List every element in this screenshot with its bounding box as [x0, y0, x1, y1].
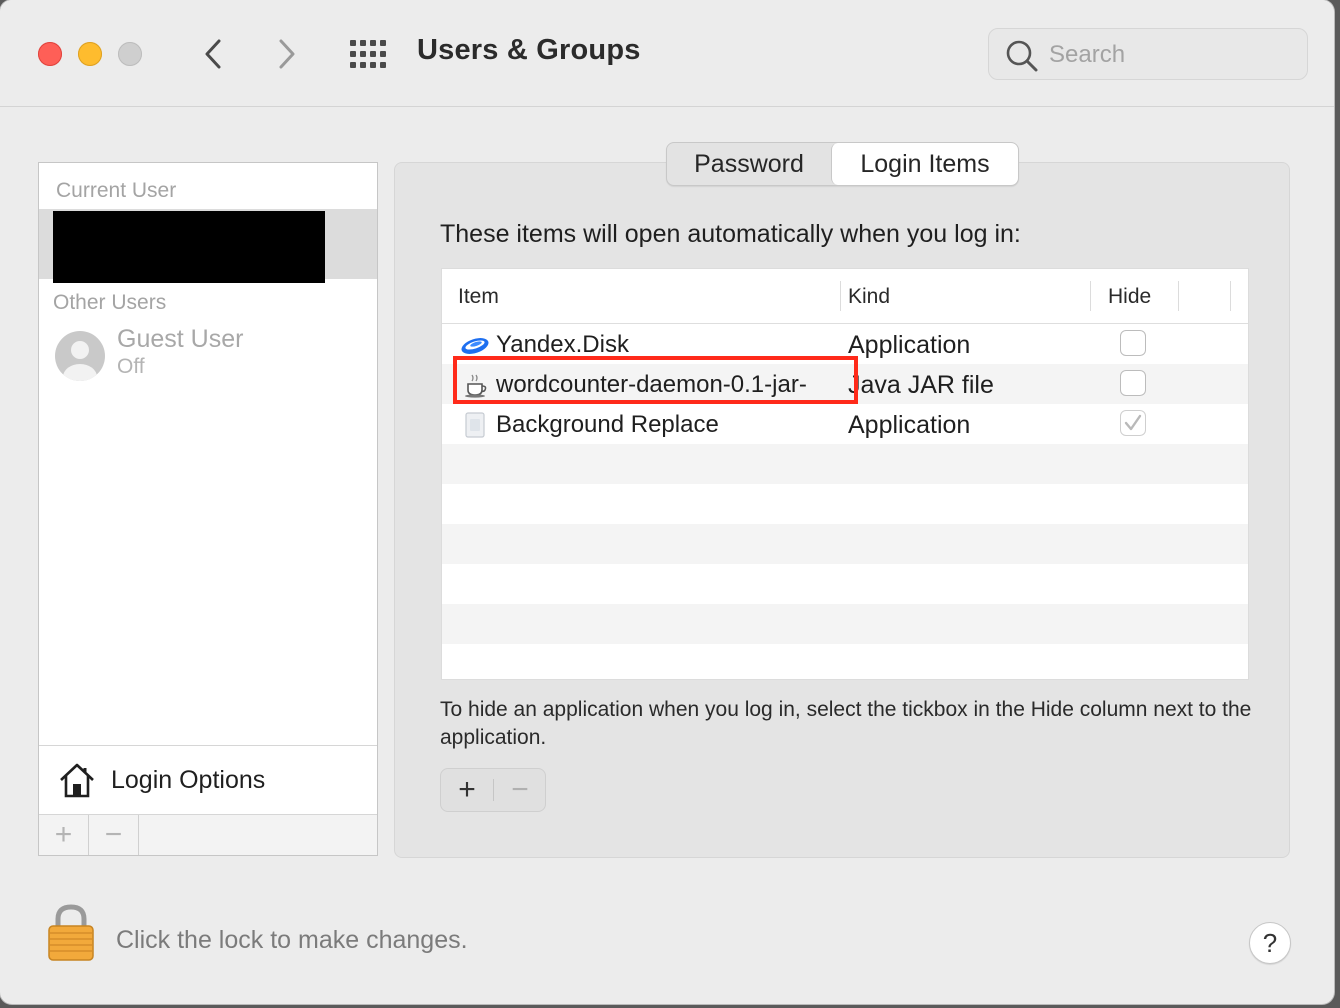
column-kind-header[interactable]: Kind [848, 285, 890, 309]
login-items-table: Item Kind Hide Yandex.Disk Application w… [441, 268, 1249, 680]
tab-bar: Password Login Items [666, 142, 1019, 186]
other-users-heading: Other Users [53, 291, 167, 314]
item-kind: Application [848, 331, 971, 359]
search-icon [1006, 40, 1038, 72]
search-input[interactable] [1047, 37, 1291, 73]
column-divider [840, 281, 841, 311]
person-icon [63, 341, 97, 381]
hide-checkbox[interactable] [1120, 330, 1146, 356]
close-button[interactable] [38, 42, 62, 66]
item-name: Yandex.Disk [496, 331, 629, 358]
system-preferences-window: Users & Groups Current User Other Users … [0, 0, 1334, 1004]
forward-button[interactable] [272, 36, 302, 72]
grid-icon [350, 40, 386, 68]
empty-row [442, 604, 1248, 644]
redacted-user [53, 211, 325, 283]
tab-password[interactable]: Password [667, 143, 831, 185]
item-name: Background Replace [496, 411, 719, 438]
lock-icon[interactable] [46, 904, 96, 962]
chevron-left-icon [205, 39, 221, 69]
app-document-icon [465, 412, 485, 438]
login-options-row[interactable]: Login Options [39, 745, 377, 815]
house-icon [60, 763, 94, 798]
show-all-button[interactable] [350, 40, 388, 68]
table-header: Item Kind Hide [442, 269, 1248, 324]
checkmark-icon [1124, 414, 1142, 431]
login-items-intro: These items will open automatically when… [440, 220, 1021, 248]
login-options-label: Login Options [111, 766, 266, 794]
minimize-button[interactable] [78, 42, 102, 66]
empty-row [442, 564, 1248, 604]
guest-user-name: Guest User [117, 325, 244, 353]
empty-row [442, 444, 1248, 484]
lock-message: Click the lock to make changes. [116, 926, 468, 954]
search-field[interactable] [988, 28, 1308, 80]
current-user-row[interactable] [39, 209, 377, 283]
guest-user-status: Off [117, 355, 145, 378]
table-row[interactable]: Background Replace Application [442, 404, 1248, 444]
column-divider [1230, 281, 1231, 311]
avatar [55, 331, 105, 381]
current-user-heading: Current User [56, 179, 177, 202]
back-button[interactable] [198, 36, 228, 72]
add-user-button[interactable]: + [39, 815, 89, 855]
table-row[interactable]: Yandex.Disk Application [442, 324, 1248, 364]
empty-row [442, 484, 1248, 524]
remove-user-button[interactable]: − [89, 815, 139, 855]
empty-row [442, 644, 1248, 679]
add-login-item-button[interactable]: + [441, 769, 493, 811]
help-button[interactable]: ? [1249, 922, 1291, 964]
column-hide-header[interactable]: Hide [1108, 285, 1151, 309]
sidebar-toolbar: + − [39, 815, 377, 855]
column-divider [1178, 281, 1179, 311]
tab-login-items[interactable]: Login Items [831, 143, 1018, 185]
java-jar-icon [465, 374, 487, 398]
users-sidebar: Current User Other Users Guest User Off [38, 162, 378, 856]
item-name: wordcounter-daemon-0.1-jar- [496, 371, 807, 398]
column-divider [1090, 281, 1091, 311]
zoom-button[interactable] [118, 42, 142, 66]
empty-row [442, 524, 1248, 564]
hide-checkbox[interactable] [1120, 410, 1146, 436]
column-item-header[interactable]: Item [458, 285, 499, 309]
yandex-disk-icon [461, 338, 489, 354]
hide-instructions: To hide an application when you log in, … [440, 698, 1252, 749]
login-items-toolbar: + − [440, 768, 546, 812]
hide-checkbox[interactable] [1120, 370, 1146, 396]
item-kind: Application [848, 411, 971, 439]
remove-login-item-button[interactable]: − [494, 769, 546, 811]
window-title: Users & Groups [417, 34, 641, 66]
titlebar: Users & Groups [0, 0, 1334, 107]
table-row[interactable]: wordcounter-daemon-0.1-jar- Java JAR fil… [442, 364, 1248, 404]
item-kind: Java JAR file [848, 371, 994, 399]
chevron-right-icon [279, 39, 295, 69]
